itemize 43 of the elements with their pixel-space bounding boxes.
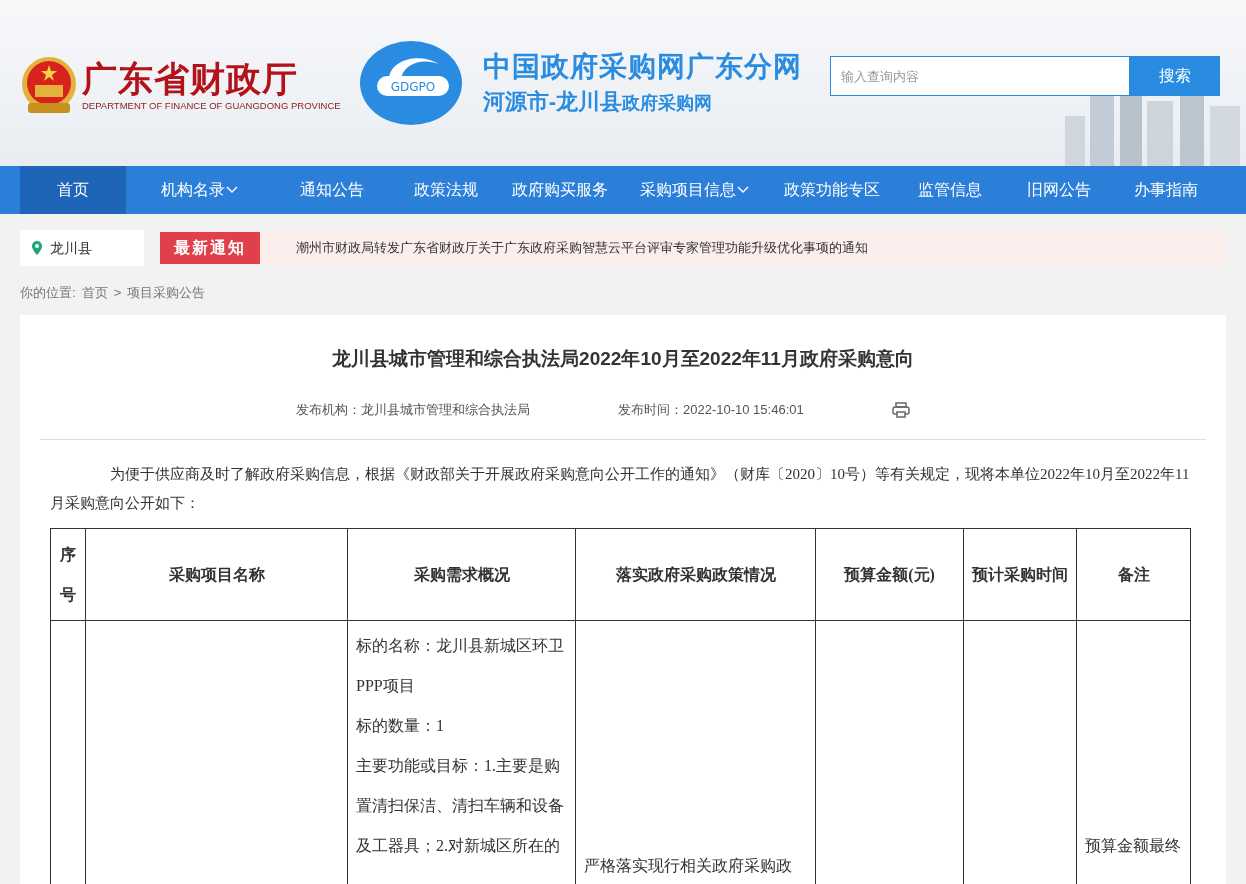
column-header: 预算金额(元) [815, 528, 964, 621]
breadcrumb-separator: > [113, 284, 122, 303]
column-header: 序号 [50, 528, 86, 621]
logo-icon: GDGPO [358, 40, 463, 126]
table-cell-text: 标的名称：龙川县新城区环卫PPP项目 [356, 636, 565, 696]
nav-tab[interactable]: 政府购买服务 [500, 166, 620, 214]
column-header: 落实政府采购政策情况 [575, 528, 816, 621]
intro-paragraph: 为便于供应商及时了解政府采购信息，根据《财政部关于开展政府采购意向公开工作的通知》（财库〔2020〕10号）等有关规定，现将本单位2022年10月至2022年11月采购意向公开如下： [50, 465, 1191, 513]
table-cell-text: 预算金额最终 [1085, 836, 1182, 856]
search-field[interactable]: 输入查询内容 [830, 56, 1130, 96]
print-icon[interactable] [891, 402, 910, 418]
nav-tab[interactable]: 政策功能专区 [768, 166, 895, 214]
nav-tab[interactable]: 旧网公告 [1005, 166, 1112, 214]
breadcrumb-link[interactable]: 首页 [81, 283, 108, 303]
column-header: 预计采购时间 [963, 528, 1077, 621]
location-box[interactable]: 龙川县 [20, 230, 144, 266]
table-cell-text: 标的数量：1 [356, 716, 445, 736]
nav-tab[interactable]: 监管信息 [895, 166, 1005, 214]
table-cell-text: 严格落实现行相关政府采购政 [584, 856, 793, 876]
nav-tab[interactable]: 政策法规 [392, 166, 500, 214]
notice-badge: 最新通知 [160, 232, 260, 264]
breadcrumb-label: 你的位置: [20, 284, 76, 303]
breadcrumb-link[interactable]: 项目采购公告 [127, 283, 206, 303]
publish-time: 发布时间：2022-10-10 15:46:01 [618, 401, 804, 420]
notice-link[interactable]: 潮州市财政局转发广东省财政厅关于广东政府采购智慧云平台评审专家管理功能升级优化事项的通知 [296, 238, 868, 258]
site-subtitle: 河源市-龙川县政府采购网 [482, 87, 713, 116]
nav-tab[interactable]: 办事指南 [1112, 166, 1220, 214]
nav-tab[interactable]: 首页 [20, 166, 126, 214]
site-title: 中国政府采购网广东分网 [482, 49, 802, 84]
column-header: 备注 [1076, 528, 1191, 621]
article-title: 龙川县城市管理和综合执法局2022年10月至2022年11月政府采购意向 [331, 347, 915, 371]
location-pin-icon [32, 241, 42, 255]
nav-tab[interactable]: 机构名录 [126, 166, 272, 214]
nav-tab[interactable]: 通知公告 [272, 166, 392, 214]
location-label: 龙川县 [50, 238, 92, 258]
publisher-label: 发布机构：龙川县城市管理和综合执法局 [296, 401, 530, 420]
table-cell-text: 主要功能或目标：1.主要是购置清扫保洁、清扫车辆和设备及工器具；2.对新城区所在的 [356, 756, 565, 856]
department-name: 广东省财政厅 [82, 58, 299, 99]
nav-tab[interactable]: 采购项目信息 [620, 166, 768, 214]
column-header: 采购项目名称 [85, 528, 348, 621]
department-name-english: DEPARTMENT OF FINANCE OF GUANGDONG PROVINCE [82, 98, 341, 113]
column-header: 采购需求概况 [347, 528, 576, 621]
search-button[interactable]: 搜索 [1130, 56, 1220, 96]
